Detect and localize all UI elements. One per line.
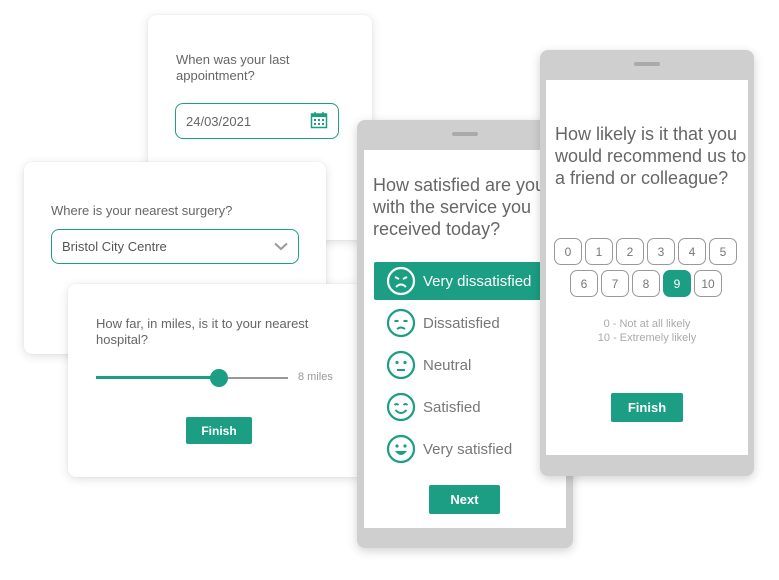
nps-score-button[interactable]: 1	[585, 238, 613, 265]
chevron-down-icon[interactable]	[274, 239, 288, 254]
nps-score-button[interactable]: 8	[632, 270, 660, 297]
satisfaction-option-label: Very dissatisfied	[423, 272, 532, 290]
surgery-selected-value: Bristol City Centre	[62, 239, 167, 254]
phone-speaker	[634, 62, 660, 66]
nps-score-button[interactable]: 4	[678, 238, 706, 265]
nps-score-button[interactable]: 0	[554, 238, 582, 265]
neutral-face-icon	[386, 350, 416, 380]
nps-legend-low: 0 - Not at all likely	[603, 318, 691, 330]
surgery-question-label: Where is your nearest surgery?	[51, 203, 233, 218]
slider-thumb[interactable]	[209, 369, 228, 387]
distance-slider[interactable]	[96, 368, 288, 388]
nps-score-button[interactable]: 7	[601, 270, 629, 297]
satisfied-face-icon	[386, 392, 416, 422]
nps-question: How likely is it that you would recommen…	[555, 124, 747, 188]
nps-score-button[interactable]: 2	[616, 238, 644, 265]
satisfaction-options: Very dissatisfied Dissatisfied Neutral Sati…	[374, 262, 566, 472]
date-question-label: When was your last appointment?	[176, 52, 290, 83]
dissatisfied-face-icon	[386, 308, 416, 338]
phone-screen: How satisfied are you with the service y…	[364, 150, 566, 528]
nps-phone: How likely is it that you would recommen…	[540, 50, 754, 476]
satisfaction-option-label: Very satisfied	[423, 440, 513, 458]
nps-legend-high: 10 - Extremely likely	[597, 332, 697, 344]
nps-scale-row-2: 6 7 8 9 10	[570, 270, 722, 297]
slider-value-label: 8 miles	[298, 371, 333, 383]
nps-score-button[interactable]: 10	[694, 270, 722, 297]
very-dissatisfied-face-icon	[386, 266, 416, 296]
distance-question-label: How far, in miles, is it to your nearest…	[96, 316, 309, 347]
finish-button[interactable]: Finish	[611, 393, 683, 422]
date-value: 24/03/2021	[186, 113, 252, 129]
distance-question-card: How far, in miles, is it to your nearest…	[68, 284, 364, 477]
nps-legend: 0 - Not at all likely 10 - Extremely lik…	[546, 317, 748, 345]
satisfaction-option-label: Satisfied	[423, 398, 481, 416]
satisfaction-question: How satisfied are you with the service y…	[373, 175, 546, 239]
satisfaction-option[interactable]: Satisfied	[374, 388, 566, 426]
next-button[interactable]: Next	[429, 485, 500, 514]
finish-button[interactable]: Finish	[186, 417, 252, 444]
nps-score-button[interactable]: 3	[647, 238, 675, 265]
nps-score-button[interactable]: 6	[570, 270, 598, 297]
calendar-icon[interactable]	[310, 111, 328, 132]
nps-scale-row-1: 012345	[554, 238, 737, 265]
satisfaction-option[interactable]: Very satisfied	[374, 430, 566, 468]
slider-fill	[96, 376, 219, 379]
surgery-select[interactable]: Bristol City Centre	[51, 229, 299, 264]
very-satisfied-face-icon	[386, 434, 416, 464]
satisfaction-option[interactable]: Dissatisfied	[374, 304, 566, 342]
satisfaction-option-label: Dissatisfied	[423, 314, 500, 332]
nps-score-button[interactable]: 5	[709, 238, 737, 265]
date-input[interactable]: 24/03/2021	[175, 103, 339, 139]
satisfaction-option-label: Neutral	[423, 356, 472, 374]
phone-speaker	[452, 132, 478, 136]
phone-screen: How likely is it that you would recommen…	[546, 80, 748, 455]
nps-score-button[interactable]: 9	[663, 270, 691, 297]
satisfaction-option[interactable]: Very dissatisfied	[374, 262, 566, 300]
satisfaction-option[interactable]: Neutral	[374, 346, 566, 384]
